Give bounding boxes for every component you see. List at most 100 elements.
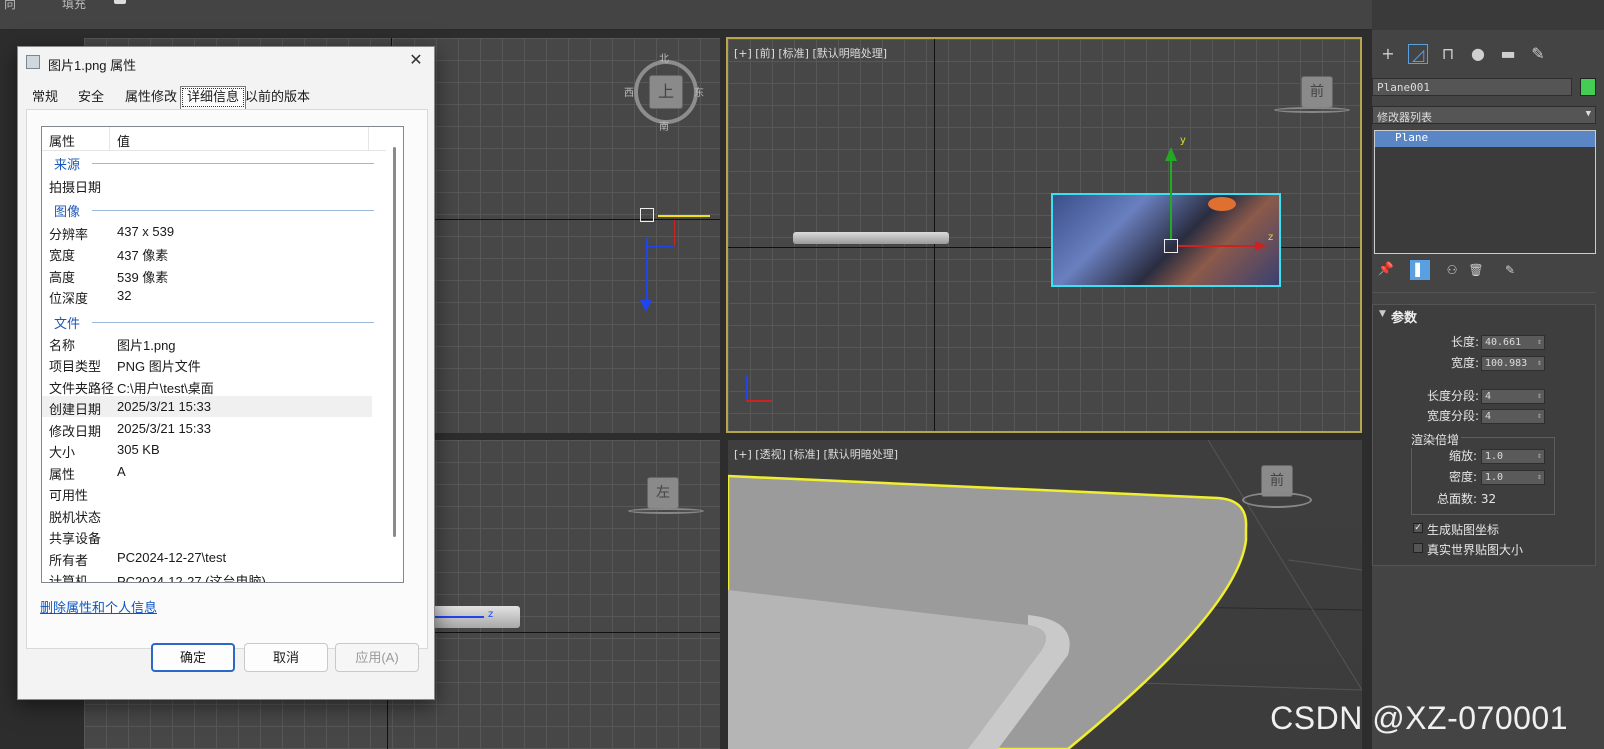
list-item[interactable]: 文件夹路径 C:\用户\test\桌面 — [42, 375, 372, 396]
viewport-front-label[interactable]: [+] [前] [标准] [默认明暗处理] — [734, 45, 887, 61]
remove-properties-link[interactable]: 删除属性和个人信息 — [40, 597, 157, 616]
gizmo-y-axis[interactable] — [1170, 159, 1172, 239]
details-list[interactable]: 属性 值 来源 拍摄日期 图像 分辨率 437 x 539 宽度 437 像素 高度… — [41, 126, 404, 583]
spinner-arrows-icon[interactable]: ⇕ — [1537, 356, 1542, 369]
list-item[interactable]: 拍摄日期 — [42, 174, 372, 195]
object-color-swatch[interactable] — [1580, 78, 1596, 96]
box-object-edge[interactable] — [793, 232, 949, 244]
display-icon[interactable]: ▬ — [1498, 44, 1518, 64]
remove-modifier-icon[interactable]: 🗑 — [1466, 260, 1486, 280]
tab-previous-versions[interactable]: 以前的版本 — [239, 87, 316, 109]
viewcube-front[interactable]: 前 — [1302, 77, 1332, 107]
row-value: 32 — [117, 288, 132, 303]
configure-sets-icon[interactable]: ✎ — [1500, 260, 1520, 280]
modifier-list-label: 修改器列表 — [1377, 111, 1432, 124]
viewport-perspective[interactable]: [+] [透视] [标准] [默认明暗处理] 前 — [728, 440, 1362, 749]
length-segs-spinner[interactable]: 4 ⇕ — [1481, 389, 1545, 404]
spinner-arrows-icon[interactable]: ⇕ — [1537, 335, 1542, 348]
width-segs-spinner[interactable]: 4 ⇕ — [1481, 409, 1545, 424]
list-item[interactable]: 修改日期 2025/3/21 15:33 — [42, 418, 372, 439]
row-key: 项目类型 — [49, 359, 102, 374]
gizmo-center[interactable] — [1164, 239, 1178, 253]
create-icon[interactable]: + — [1378, 44, 1398, 64]
tab-security[interactable]: 安全 — [72, 87, 110, 109]
viewcube-left[interactable]: 左 — [648, 478, 678, 508]
toolbar-text-fill[interactable]: 填充 — [62, 0, 86, 12]
scale-spinner[interactable]: 1.0 ⇕ — [1481, 449, 1545, 464]
list-item[interactable]: 计算机 PC2024-12-27 (这台电脑) — [42, 568, 372, 583]
row-key: 计算机 — [49, 574, 89, 583]
toolbar-text-left: 向 — [4, 0, 17, 11]
gizmo-x-axis[interactable] — [1178, 245, 1260, 247]
cancel-button[interactable]: 取消 — [244, 643, 328, 672]
rollout-collapse-icon[interactable]: ▼ — [1379, 309, 1386, 319]
list-item[interactable]: 所有者 PC2024-12-27\test — [42, 547, 372, 568]
modifier-list-dropdown[interactable]: 修改器列表 ▼ — [1372, 106, 1596, 124]
gizmo-z-axis[interactable] — [646, 238, 648, 304]
real-world-map-label[interactable]: 真实世界贴图大小 — [1427, 541, 1523, 558]
list-item[interactable]: 项目类型 PNG 图片文件 — [42, 353, 372, 374]
hierarchy-icon[interactable]: ⊓ — [1438, 44, 1458, 64]
width-spinner[interactable]: 100.983 ⇕ — [1481, 356, 1545, 371]
list-item[interactable]: 宽度 437 像素 — [42, 242, 372, 263]
apply-button[interactable]: 应用(A) — [335, 643, 419, 672]
object-name-input[interactable]: Plane001 — [1372, 78, 1572, 96]
gizmo-x-arrow — [1255, 241, 1267, 251]
gizmo-center[interactable] — [640, 208, 654, 222]
details-panel: 属性 值 来源 拍摄日期 图像 分辨率 437 x 539 宽度 437 像素 高度… — [26, 109, 428, 649]
checkbox-unchecked-icon[interactable] — [1413, 543, 1423, 553]
app-window: 向 填充 上 北 南 西 东 [+] [前] [标准] [默认明暗处理] 前 y… — [0, 0, 1604, 749]
modifier-stack: Plane — [1374, 130, 1596, 254]
scrollbar-thumb[interactable] — [393, 147, 396, 537]
tab-attribute-mods[interactable]: 属性修改 — [119, 87, 183, 109]
spinner-arrows-icon[interactable]: ⇕ — [1537, 409, 1542, 422]
pin-stack-icon[interactable]: 📌 — [1376, 260, 1396, 280]
list-item[interactable]: 属性 A — [42, 461, 372, 482]
header-property[interactable]: 属性 — [49, 131, 75, 150]
header-sep[interactable] — [368, 127, 369, 151]
list-item[interactable]: 名称 图片1.png — [42, 332, 372, 353]
group-divider — [92, 210, 374, 211]
spinner-arrows-icon[interactable]: ⇕ — [1537, 470, 1542, 483]
list-item[interactable]: 位深度 32 — [42, 285, 372, 306]
tab-general[interactable]: 常规 — [26, 87, 64, 109]
show-end-result-icon[interactable]: ▌ — [1410, 260, 1430, 280]
rollout-title[interactable]: 参数 — [1391, 307, 1417, 326]
list-item[interactable]: 可用性 — [42, 482, 372, 503]
viewcube-top[interactable]: 上 — [650, 76, 682, 108]
dropdown-icon[interactable] — [114, 0, 126, 4]
list-item[interactable]: 分辨率 437 x 539 — [42, 221, 372, 242]
list-item[interactable]: 大小 305 KB — [42, 439, 372, 460]
motion-icon[interactable]: ● — [1468, 44, 1488, 64]
gizmo-x-axis[interactable] — [658, 215, 710, 217]
modify-icon[interactable]: ◿ — [1408, 44, 1428, 64]
length-spinner[interactable]: 40.661 ⇕ — [1481, 335, 1545, 350]
list-item-selected[interactable]: 创建日期 2025/3/21 15:33 — [42, 396, 372, 417]
compass-w: 西 — [624, 88, 634, 99]
stack-item-plane[interactable]: Plane — [1375, 131, 1595, 147]
density-value: 1.0 — [1485, 472, 1504, 483]
header-sep[interactable] — [109, 127, 110, 151]
utilities-icon[interactable]: ✎ — [1528, 44, 1548, 64]
group-file: 文件 — [54, 313, 374, 331]
list-scrollbar[interactable] — [386, 127, 403, 582]
spinner-arrows-icon[interactable]: ⇕ — [1537, 389, 1542, 402]
density-spinner[interactable]: 1.0 ⇕ — [1481, 470, 1545, 485]
gizmo-z-arrow — [640, 300, 652, 312]
make-unique-icon[interactable]: ⚇ — [1442, 260, 1462, 280]
checkbox-checked-icon[interactable]: ✓ — [1413, 523, 1423, 533]
list-item[interactable]: 共享设备 — [42, 525, 372, 546]
viewport-front[interactable]: [+] [前] [标准] [默认明暗处理] 前 y z — [726, 37, 1362, 433]
cube-label: 左 — [656, 485, 670, 501]
gen-mapping-label[interactable]: 生成贴图坐标 — [1427, 521, 1499, 538]
list-item[interactable]: 脱机状态 — [42, 504, 372, 525]
tab-details[interactable]: 详细信息 — [180, 86, 247, 109]
row-key: 脱机状态 — [49, 510, 102, 525]
header-value[interactable]: 值 — [117, 131, 130, 150]
list-item[interactable]: 高度 539 像素 — [42, 264, 372, 285]
parameters-rollout: ▼ 参数 长度: 40.661 ⇕ 宽度: 100.983 ⇕ 长度分段: 4 ⇕ 宽… — [1372, 304, 1596, 566]
dialog-titlebar[interactable]: 图片1.png 属性 — [26, 53, 442, 75]
spinner-arrows-icon[interactable]: ⇕ — [1537, 449, 1542, 462]
close-icon[interactable]: ✕ — [406, 51, 426, 71]
ok-button[interactable]: 确定 — [151, 643, 235, 672]
